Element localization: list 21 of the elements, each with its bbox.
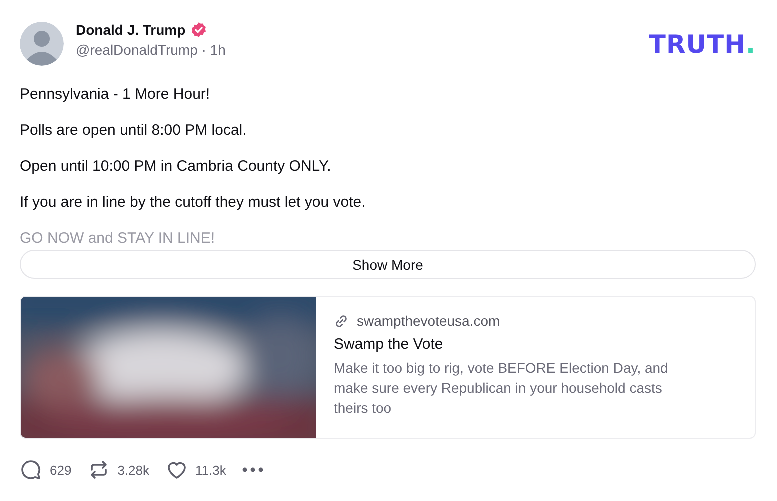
- link-icon: [334, 314, 349, 328]
- post-paragraph: GO NOW and STAY IN LINE!: [20, 230, 216, 248]
- link-description: Make it too big to rig, vote BEFORE Election Day, and make sure every Republican in your household casts theirs too: [334, 359, 670, 418]
- avatar[interactable]: [20, 22, 64, 66]
- post-paragraph: If you are in line by the cutoff they must let you vote.: [20, 194, 367, 212]
- link-domain: swampthevoteusa.com: [357, 313, 500, 329]
- like-button[interactable]: 11.3k: [166, 459, 226, 481]
- repost-button[interactable]: 3.28k: [88, 459, 150, 481]
- more-icon: [242, 467, 264, 473]
- post-paragraph: Pennsylvania - 1 More Hour!: [20, 86, 212, 104]
- post-paragraph: Open until 10:00 PM in Cambria County ONLY.: [20, 158, 332, 176]
- show-more-button[interactable]: Show More: [20, 250, 756, 279]
- link-title: Swamp the Vote: [334, 336, 444, 353]
- speech-bubble-icon: [20, 459, 42, 481]
- brand-logo: TRUTH.: [648, 30, 756, 59]
- author-name[interactable]: Donald J. Trump: [76, 22, 186, 38]
- more-button[interactable]: [242, 467, 264, 473]
- post-paragraph: Polls are open until 8:00 PM local.: [20, 122, 248, 140]
- author-handle-time: @realDonaldTrump · 1h: [76, 42, 227, 58]
- link-card[interactable]: swampthevoteusa.com Swamp the Vote Make it too big to rig, vote BEFORE Election Day, and make sure every Republican in your household casts theirs too: [20, 296, 756, 439]
- reply-button[interactable]: 629: [20, 459, 72, 481]
